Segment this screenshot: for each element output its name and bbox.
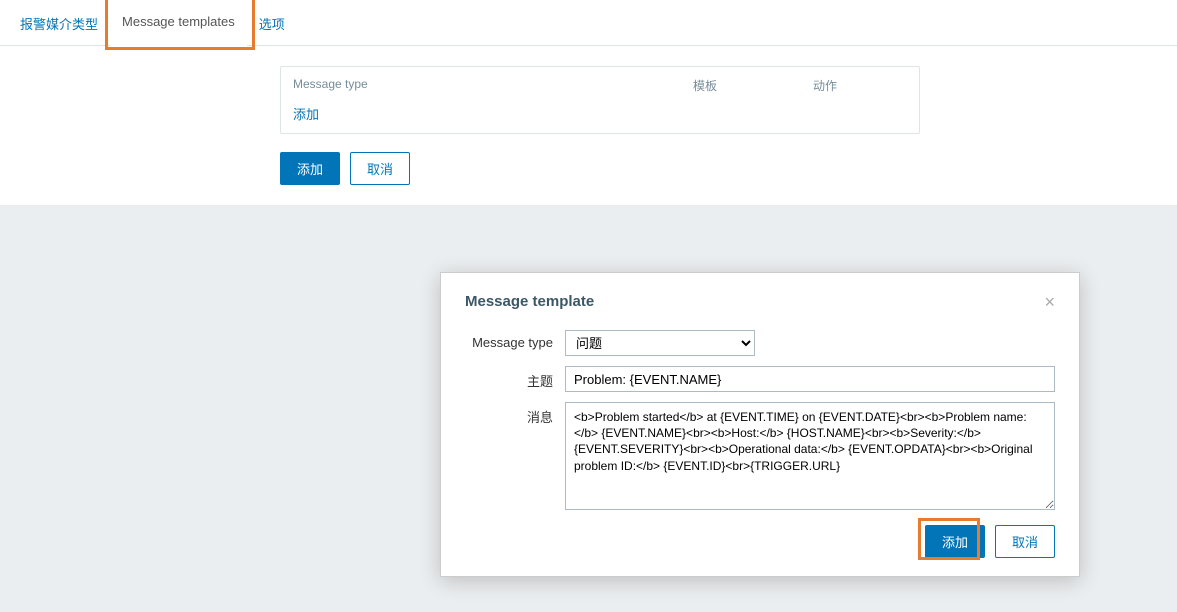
cancel-button[interactable]: 取消 (350, 152, 410, 185)
label-message-type: Message type (465, 330, 565, 350)
modal-title: Message template (465, 293, 594, 310)
th-message-type: Message type (293, 77, 693, 94)
modal-add-button[interactable]: 添加 (925, 525, 985, 558)
templates-table: Message type 模板 动作 添加 (280, 66, 920, 134)
th-template: 模板 (693, 77, 813, 94)
message-textarea[interactable]: <b>Problem started</b> at {EVENT.TIME} o… (565, 402, 1055, 510)
label-message: 消息 (465, 402, 565, 426)
tabs-bar: 报警媒介类型 Message templates 选项 (0, 0, 1177, 46)
message-type-select[interactable]: 问题 (565, 330, 755, 356)
message-template-modal: Message template × Message type 问题 主题 消息… (440, 272, 1080, 577)
add-template-link[interactable]: 添加 (293, 107, 319, 122)
tab-media-type[interactable]: 报警媒介类型 (0, 0, 110, 45)
tab-options[interactable]: 选项 (247, 0, 297, 45)
add-button[interactable]: 添加 (280, 152, 340, 185)
label-subject: 主题 (465, 366, 565, 390)
subject-input[interactable] (565, 366, 1055, 392)
modal-cancel-button[interactable]: 取消 (995, 525, 1055, 558)
close-icon[interactable]: × (1044, 293, 1055, 311)
tab-message-templates[interactable]: Message templates (110, 0, 247, 46)
th-action: 动作 (813, 77, 893, 94)
